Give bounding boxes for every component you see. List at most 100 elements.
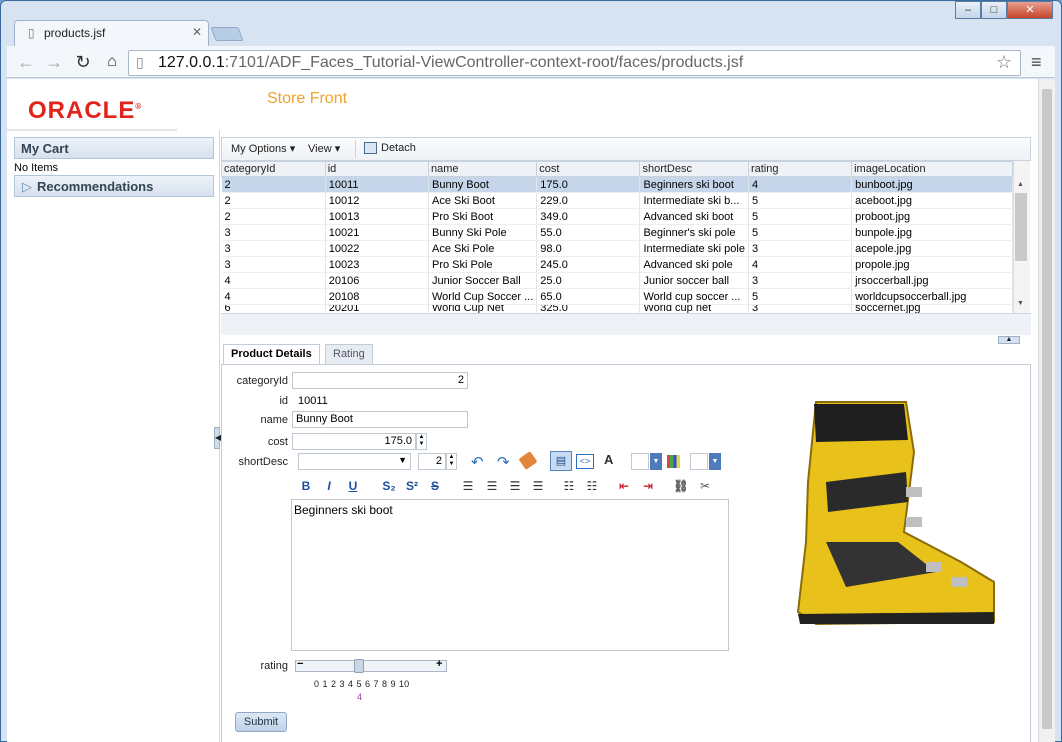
new-tab-button[interactable] [210, 27, 244, 41]
table-row[interactable]: 4 20108 World Cup Soccer ... 65.0 World cup … [221, 288, 1013, 305]
rating-slider-thumb[interactable] [354, 659, 365, 673]
justify-icon[interactable]: ☰ [529, 479, 547, 495]
maximize-button[interactable]: □ [981, 1, 1007, 19]
background-color-dropdown-icon[interactable]: ▼ [709, 453, 721, 470]
background-color-swatch[interactable] [690, 453, 708, 470]
reload-icon[interactable]: ↻ [72, 52, 94, 72]
table-cell: Junior soccer ball [639, 272, 749, 289]
name-label: name [260, 414, 288, 426]
redo-icon[interactable]: ↷ [497, 453, 510, 471]
cost-input[interactable]: 175.0 [292, 433, 416, 450]
column-header[interactable]: rating [747, 161, 853, 177]
category-input[interactable]: 2 [292, 372, 468, 389]
column-header[interactable]: id [324, 161, 430, 177]
table-cell: 3 [221, 240, 326, 257]
page-info-icon[interactable]: ▯ [136, 54, 144, 71]
table-cell: 20106 [325, 272, 430, 289]
table-scroll-thumb[interactable] [1015, 193, 1027, 261]
table-cell: Ace Ski Pole [428, 240, 538, 257]
table-row[interactable]: 2 10013 Pro Ski Boot 349.0 Advanced ski boot… [221, 208, 1013, 225]
rating-slider[interactable] [295, 660, 447, 672]
cost-label: cost [267, 436, 288, 448]
bold-icon[interactable]: B [297, 479, 315, 495]
table-cell: aceboot.jpg [851, 192, 1013, 209]
undo-icon[interactable]: ↶ [471, 453, 484, 471]
bullet-list-icon[interactable]: ☷ [560, 479, 578, 495]
font-size-input[interactable]: 2 [418, 453, 446, 470]
shortdesc-editor[interactable]: Beginners ski boot [291, 499, 729, 651]
tab-product-details[interactable]: Product Details [223, 344, 320, 365]
table-cell: 349.0 [536, 208, 641, 225]
minimize-button[interactable]: – [955, 1, 981, 19]
table-row[interactable]: 2 10011 Bunny Boot 175.0 Beginners ski boot 4… [221, 176, 1013, 193]
back-icon[interactable]: ← [15, 52, 37, 72]
font-size-spinner[interactable]: ▲ ▼ [446, 453, 457, 470]
name-input[interactable]: Bunny Boot [292, 411, 468, 428]
underline-icon[interactable]: U [344, 479, 362, 495]
unlink-icon[interactable]: ✂ [696, 479, 714, 495]
url-text: 127.0.0.1:7101/ADF_Faces_Tutorial-ViewCo… [158, 54, 744, 71]
home-icon[interactable]: ⌂ [101, 52, 123, 72]
page-scrollbar[interactable] [1038, 79, 1055, 742]
strikethrough-icon[interactable]: S [426, 479, 444, 495]
link-icon[interactable]: ⛓ [672, 479, 690, 495]
bookmark-star-icon[interactable]: ☆ [996, 52, 1012, 73]
table-cell: 5 [748, 288, 853, 305]
superscript-icon[interactable]: S² [403, 479, 421, 495]
text-color-swatch[interactable] [631, 453, 649, 470]
close-tab-icon[interactable]: ✕ [192, 25, 202, 39]
align-right-icon[interactable]: ☰ [506, 479, 524, 495]
cost-spinner[interactable]: ▲ ▼ [416, 433, 427, 450]
table-row[interactable]: 4 20106 Junior Soccer Ball 25.0 Junior socce… [221, 272, 1013, 289]
recommendations-header[interactable]: ▷ Recommendations [14, 175, 214, 197]
table-cell: jrsoccerball.jpg [851, 272, 1013, 289]
text-color-dropdown-icon[interactable]: ▼ [650, 453, 662, 470]
detach-button[interactable]: Detach [381, 142, 416, 154]
column-header[interactable]: name [427, 161, 538, 177]
collapse-icon[interactable]: ▲ [998, 336, 1020, 344]
detach-icon[interactable] [364, 142, 377, 154]
scroll-up-icon[interactable]: ▲ [1017, 181, 1024, 188]
close-window-button[interactable]: ✕ [1007, 1, 1053, 19]
table-row[interactable]: 2 10012 Ace Ski Boot 229.0 Intermediate ski … [221, 192, 1013, 209]
column-header[interactable]: shortDesc [639, 161, 749, 177]
menu-icon[interactable]: ≡ [1031, 52, 1042, 73]
tab-rating[interactable]: Rating [325, 344, 373, 364]
align-left-icon[interactable]: ☰ [459, 479, 477, 495]
rich-text-mode-icon[interactable]: ▤ [550, 451, 572, 471]
numbered-list-icon[interactable]: ☷ [583, 479, 601, 495]
source-mode-icon[interactable]: <> [576, 454, 594, 469]
align-center-icon[interactable]: ☰ [483, 479, 501, 495]
expand-arrow-icon: ▷ [22, 179, 32, 194]
table-cell: 25.0 [536, 272, 641, 289]
view-menu[interactable]: View ▾ [308, 142, 340, 155]
background-color-icon[interactable] [667, 455, 680, 468]
italic-icon[interactable]: I [320, 479, 338, 495]
font-family-select[interactable]: ▼ [298, 453, 411, 470]
table-cell: Bunny Boot [428, 176, 538, 193]
table-row[interactable]: 3 10023 Pro Ski Pole 245.0 Advanced ski pole… [221, 256, 1013, 273]
splitter-collapse-icon[interactable]: ◀ [214, 427, 221, 449]
column-header[interactable]: categoryId [221, 161, 326, 177]
table-row[interactable]: 3 10022 Ace Ski Pole 98.0 Intermediate ski p… [221, 240, 1013, 257]
indent-icon[interactable]: ⇥ [639, 479, 657, 495]
oracle-logo: ORACLE® [28, 97, 143, 124]
column-header[interactable]: imageLocation [851, 161, 1013, 177]
column-header[interactable]: cost [536, 161, 641, 177]
outdent-icon[interactable]: ⇤ [615, 479, 633, 495]
table-row[interactable]: 3 10021 Bunny Ski Pole 55.0 Beginner's ski p… [221, 224, 1013, 241]
forward-icon[interactable]: → [43, 52, 65, 72]
my-cart-header[interactable]: My Cart [14, 137, 214, 159]
table-cell: Beginner's ski pole [639, 224, 749, 241]
my-options-menu[interactable]: My Options ▾ [231, 142, 295, 155]
table-cell: Pro Ski Boot [428, 208, 538, 225]
slider-increase-icon[interactable]: + [436, 658, 442, 670]
subscript-icon[interactable]: S₂ [380, 479, 398, 495]
table-cell: 55.0 [536, 224, 641, 241]
table-cell: 10023 [325, 256, 430, 273]
scroll-down-icon[interactable]: ▼ [1017, 300, 1024, 307]
table-cell: 175.0 [536, 176, 641, 193]
submit-button[interactable]: Submit [235, 712, 287, 732]
text-color-icon[interactable]: A [604, 452, 613, 467]
slider-decrease-icon[interactable]: − [297, 658, 303, 670]
